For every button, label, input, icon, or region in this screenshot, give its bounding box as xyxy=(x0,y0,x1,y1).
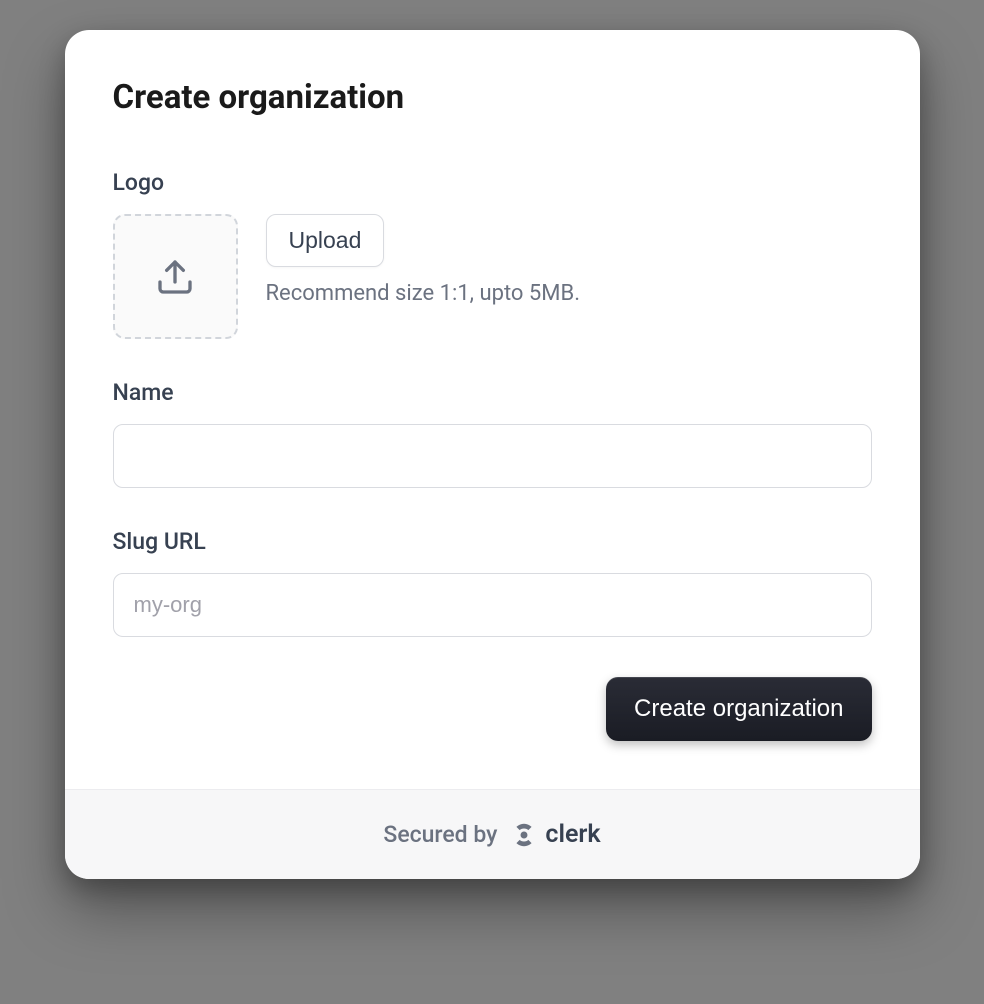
logo-row: Upload Recommend size 1:1, upto 5MB. xyxy=(113,214,872,339)
upload-column: Upload Recommend size 1:1, upto 5MB. xyxy=(266,214,581,306)
card-body: Create organization Logo Upload Recommen… xyxy=(65,30,920,789)
form-actions: Create organization xyxy=(113,677,872,741)
logo-dropzone[interactable] xyxy=(113,214,238,339)
create-organization-card: Create organization Logo Upload Recommen… xyxy=(65,30,920,879)
create-organization-button[interactable]: Create organization xyxy=(606,677,871,741)
upload-icon xyxy=(155,257,195,297)
logo-label: Logo xyxy=(113,169,872,196)
slug-label: Slug URL xyxy=(113,528,872,555)
slug-input[interactable] xyxy=(113,573,872,637)
logo-field: Logo Upload Recommend size 1:1, upto 5MB… xyxy=(113,169,872,339)
page-title: Create organization xyxy=(113,78,872,117)
name-input[interactable] xyxy=(113,424,872,488)
name-field: Name xyxy=(113,379,872,488)
card-footer: Secured by clerk xyxy=(65,789,920,879)
clerk-brand-name: clerk xyxy=(545,820,600,849)
clerk-brand: clerk xyxy=(511,820,600,849)
clerk-logo-icon xyxy=(511,822,537,848)
secured-by-label: Secured by xyxy=(383,821,497,848)
upload-button[interactable]: Upload xyxy=(266,214,385,267)
upload-hint: Recommend size 1:1, upto 5MB. xyxy=(266,281,581,306)
slug-field: Slug URL xyxy=(113,528,872,637)
name-label: Name xyxy=(113,379,872,406)
